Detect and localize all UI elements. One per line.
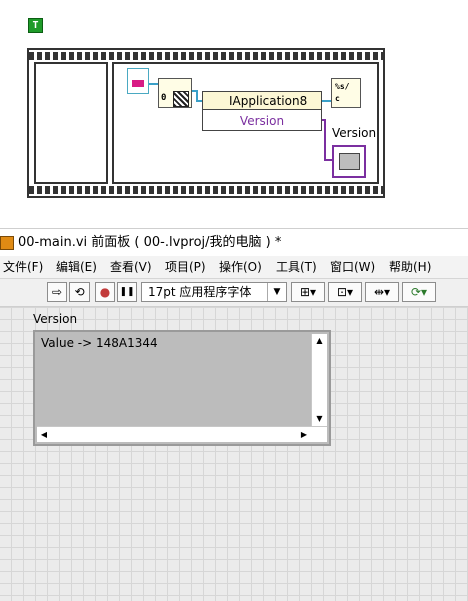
abort-icon: ● — [99, 285, 111, 299]
scroll-right-icon[interactable]: ▶ — [297, 427, 311, 442]
chevron-down-icon: ▼ — [267, 283, 286, 301]
string-wire[interactable] — [324, 119, 326, 161]
font-setting-value: 17pt 应用程序字体 — [148, 285, 252, 299]
run-continuously-button[interactable]: ⟲ — [69, 282, 90, 302]
horizontal-scrollbar[interactable]: ◀ ▶ — [37, 426, 327, 442]
open-reference-glyph-icon — [173, 91, 189, 107]
distribute-objects-button[interactable]: ⊡▾ — [328, 282, 362, 302]
run-button[interactable]: ⇨ — [47, 282, 67, 302]
menu-view[interactable]: 查看(V) — [110, 260, 152, 274]
pause-button[interactable]: ❚❚ — [117, 282, 137, 302]
toolbar: ⇨ ⟲ ● ❚❚ 17pt 应用程序字体 ▼ ⊞▾ ⊡▾ ⇹▾ ⟳▾ — [0, 279, 468, 307]
menu-tools[interactable]: 工具(T) — [276, 260, 317, 274]
terminal-zero: 0 — [161, 93, 167, 103]
align-objects-icon: ⊞▾ — [299, 285, 317, 299]
scroll-left-icon[interactable]: ◀ — [37, 427, 51, 442]
font-setting-dropdown[interactable]: 17pt 应用程序字体 ▼ — [141, 282, 287, 302]
run-continuously-icon: ⟲ — [74, 285, 85, 299]
scroll-down-icon[interactable]: ▼ — [312, 412, 327, 426]
scroll-up-icon[interactable]: ▲ — [312, 334, 327, 348]
string-indicator-terminal[interactable] — [332, 145, 366, 178]
sequence-frame-1 — [34, 62, 108, 184]
property-node[interactable]: IApplication8 Version — [202, 91, 322, 131]
version-indicator-value: Value -> 148A1344 — [41, 336, 158, 350]
run-arrow-icon: ⇨ — [51, 285, 63, 299]
reorder-button[interactable]: ⟳▾ — [402, 282, 436, 302]
indicator-terminal-label: Version — [332, 126, 377, 140]
distribute-objects-icon: ⊡▾ — [336, 285, 354, 299]
window-titlebar[interactable]: 00-main.vi 前面板 ( 00-.lvproj/我的电脑 ) * — [0, 228, 468, 257]
sequence-film-bottom — [29, 186, 383, 194]
align-objects-button[interactable]: ⊞▾ — [291, 282, 325, 302]
version-indicator-label: Version — [33, 312, 78, 326]
vertical-scrollbar[interactable]: ▲ ▼ — [311, 334, 327, 426]
open-reference-node[interactable]: 0 — [158, 78, 192, 108]
resize-objects-button[interactable]: ⇹▾ — [365, 282, 399, 302]
version-string-indicator[interactable]: Value -> 148A1344 ▲ ▼ ◀ ▶ — [33, 330, 331, 446]
menu-bar: 文件(F) 编辑(E) 查看(V) 项目(P) 操作(O) 工具(T) 窗口(W… — [0, 256, 468, 279]
menu-edit[interactable]: 编辑(E) — [56, 260, 97, 274]
block-diagram: T 0 IApplication8 Version %s/ c Version — [0, 0, 468, 227]
format-string-node[interactable]: %s/ c — [331, 78, 361, 108]
front-panel-window: 00-main.vi 前面板 ( 00-.lvproj/我的电脑 ) * 文件(… — [0, 228, 468, 601]
menu-project[interactable]: 项目(P) — [165, 260, 206, 274]
property-node-version[interactable]: Version — [203, 111, 321, 131]
reorder-icon: ⟳▾ — [410, 285, 428, 299]
file-path-icon[interactable] — [127, 68, 149, 94]
sequence-film-top — [29, 52, 383, 60]
true-constant[interactable]: T — [28, 18, 43, 33]
menu-operate[interactable]: 操作(O) — [219, 260, 262, 274]
property-node-class: IApplication8 — [203, 92, 321, 110]
labview-app-icon — [0, 236, 14, 250]
menu-window[interactable]: 窗口(W) — [330, 260, 375, 274]
window-title: 00-main.vi 前面板 ( 00-.lvproj/我的电脑 ) * — [18, 235, 282, 250]
abort-button[interactable]: ● — [95, 282, 115, 302]
resize-objects-icon: ⇹▾ — [373, 285, 391, 299]
pause-icon: ❚❚ — [119, 287, 135, 297]
menu-help[interactable]: 帮助(H) — [389, 260, 431, 274]
menu-file[interactable]: 文件(F) — [3, 260, 43, 274]
